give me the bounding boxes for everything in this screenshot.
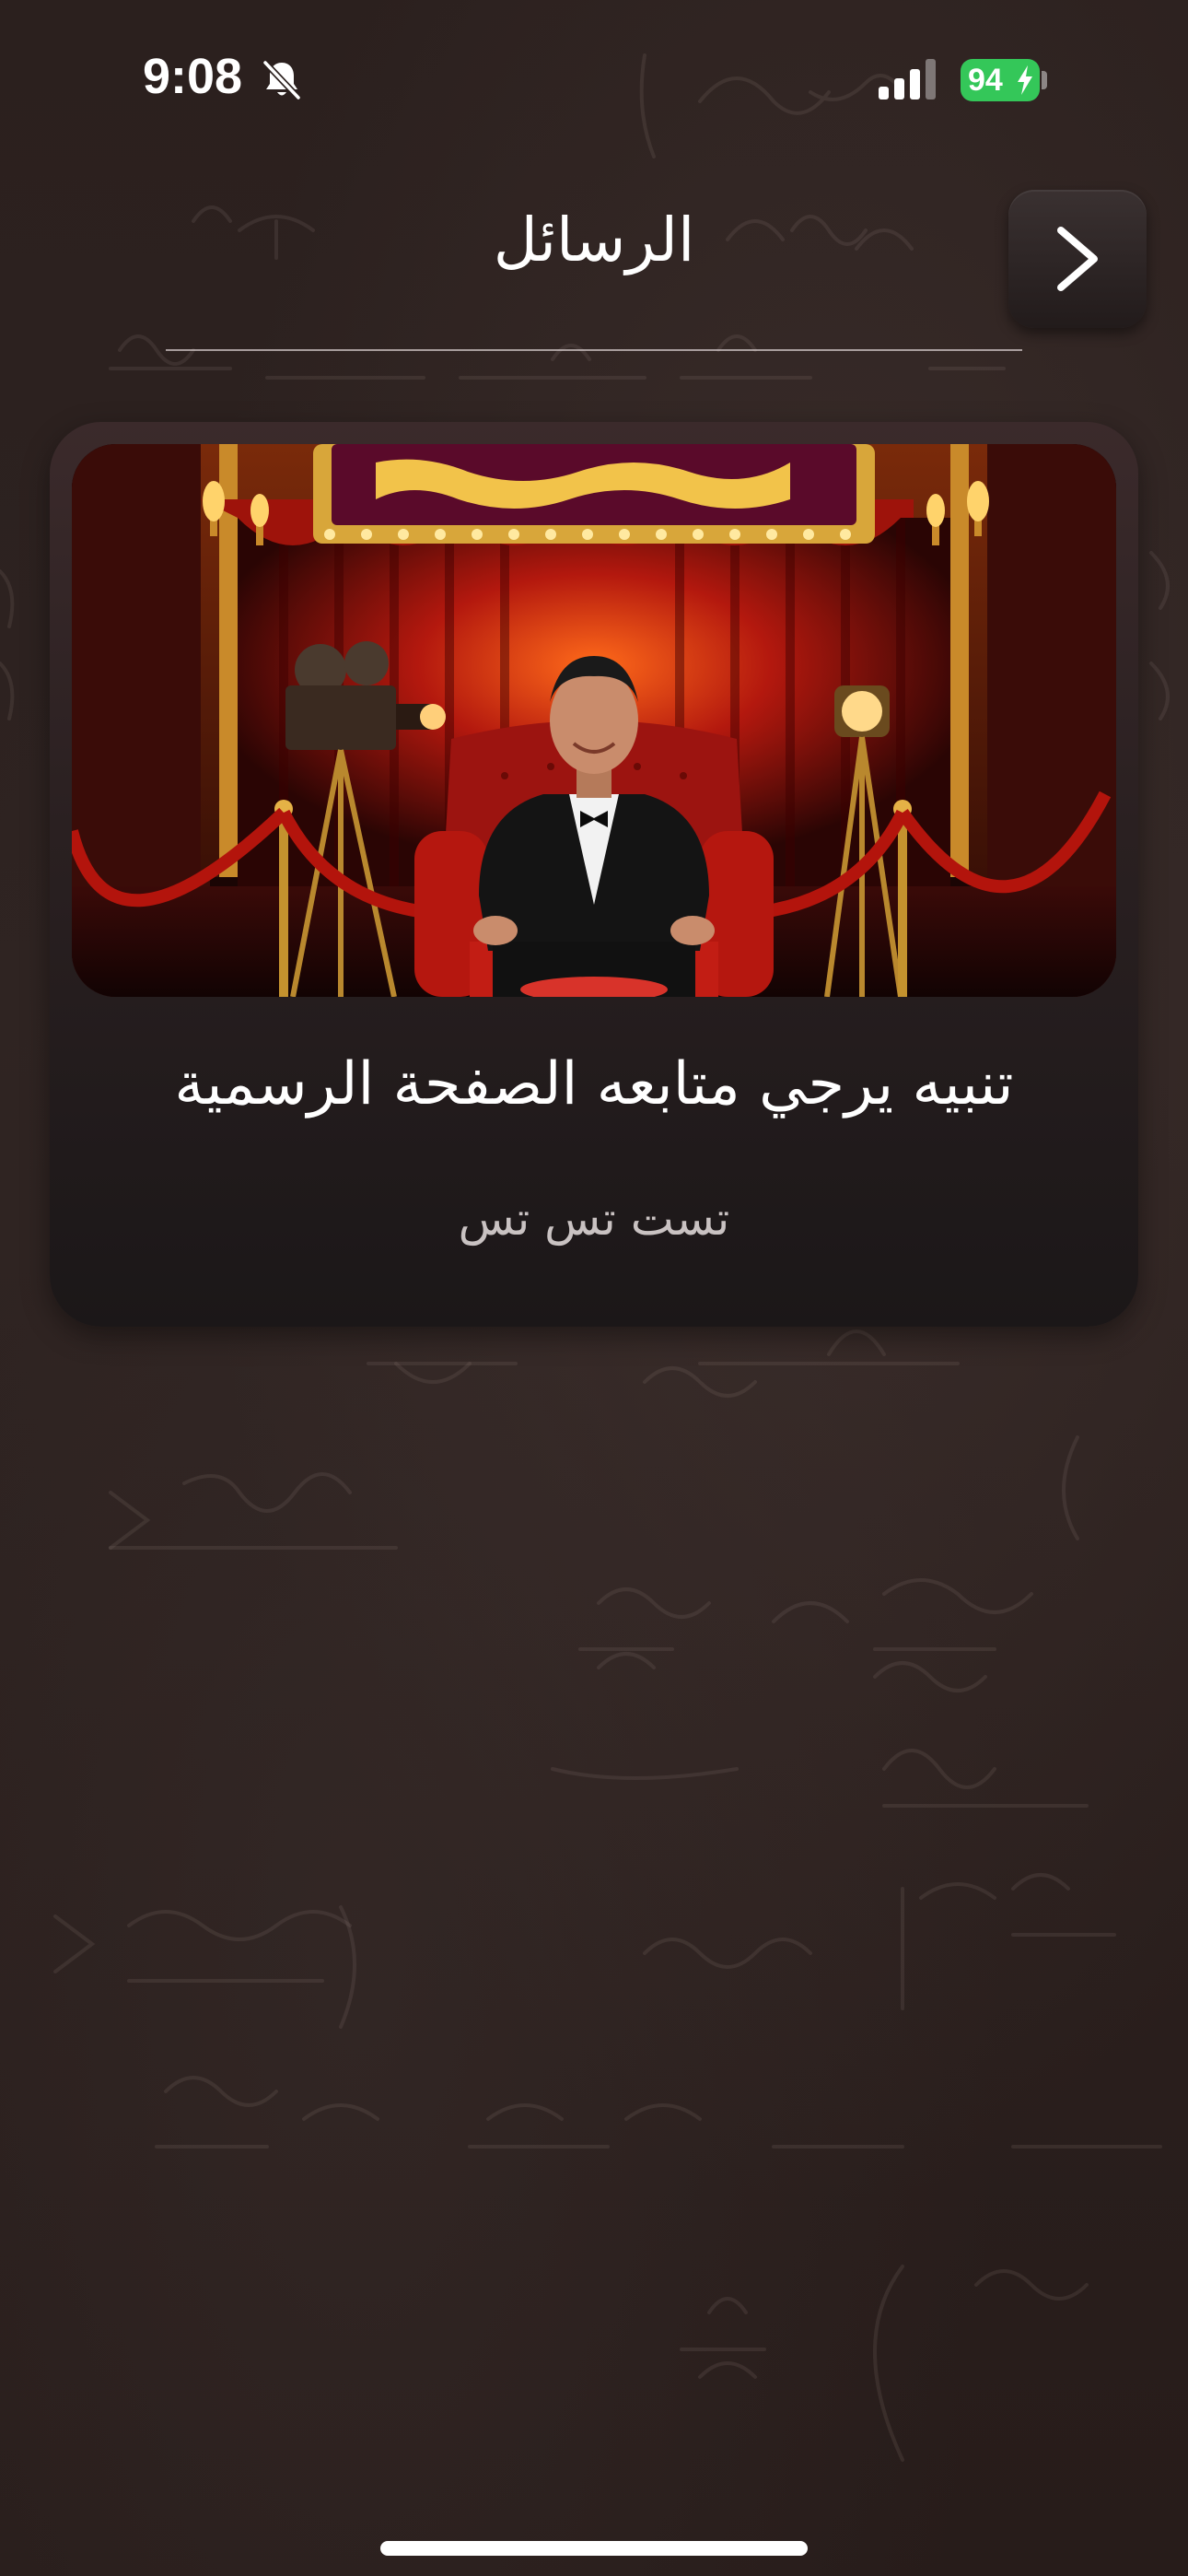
cellular-signal-icon bbox=[879, 59, 936, 100]
home-indicator[interactable] bbox=[380, 2541, 808, 2556]
battery-level: 94 bbox=[968, 63, 1003, 98]
battery-indicator: 94 bbox=[961, 59, 1040, 101]
battery-charging-icon bbox=[1018, 65, 1032, 95]
silent-mode-icon bbox=[262, 60, 301, 100]
message-card[interactable]: تنبيه يرجي متابعه الصفحة الرسمية تست تس … bbox=[50, 422, 1138, 1327]
message-body: تست تس تس bbox=[458, 1192, 730, 1246]
message-title: تنبيه يرجي متابعه الصفحة الرسمية bbox=[174, 1050, 1014, 1118]
message-image bbox=[72, 444, 1116, 997]
status-bar: 9:08 94 bbox=[0, 0, 1188, 157]
chevron-right-icon bbox=[1057, 227, 1098, 291]
battery-cap bbox=[1042, 71, 1047, 89]
header-divider bbox=[166, 349, 1022, 351]
back-button[interactable] bbox=[1008, 190, 1147, 328]
status-time: 9:08 bbox=[143, 49, 243, 104]
page-title: الرسائل bbox=[493, 205, 695, 275]
